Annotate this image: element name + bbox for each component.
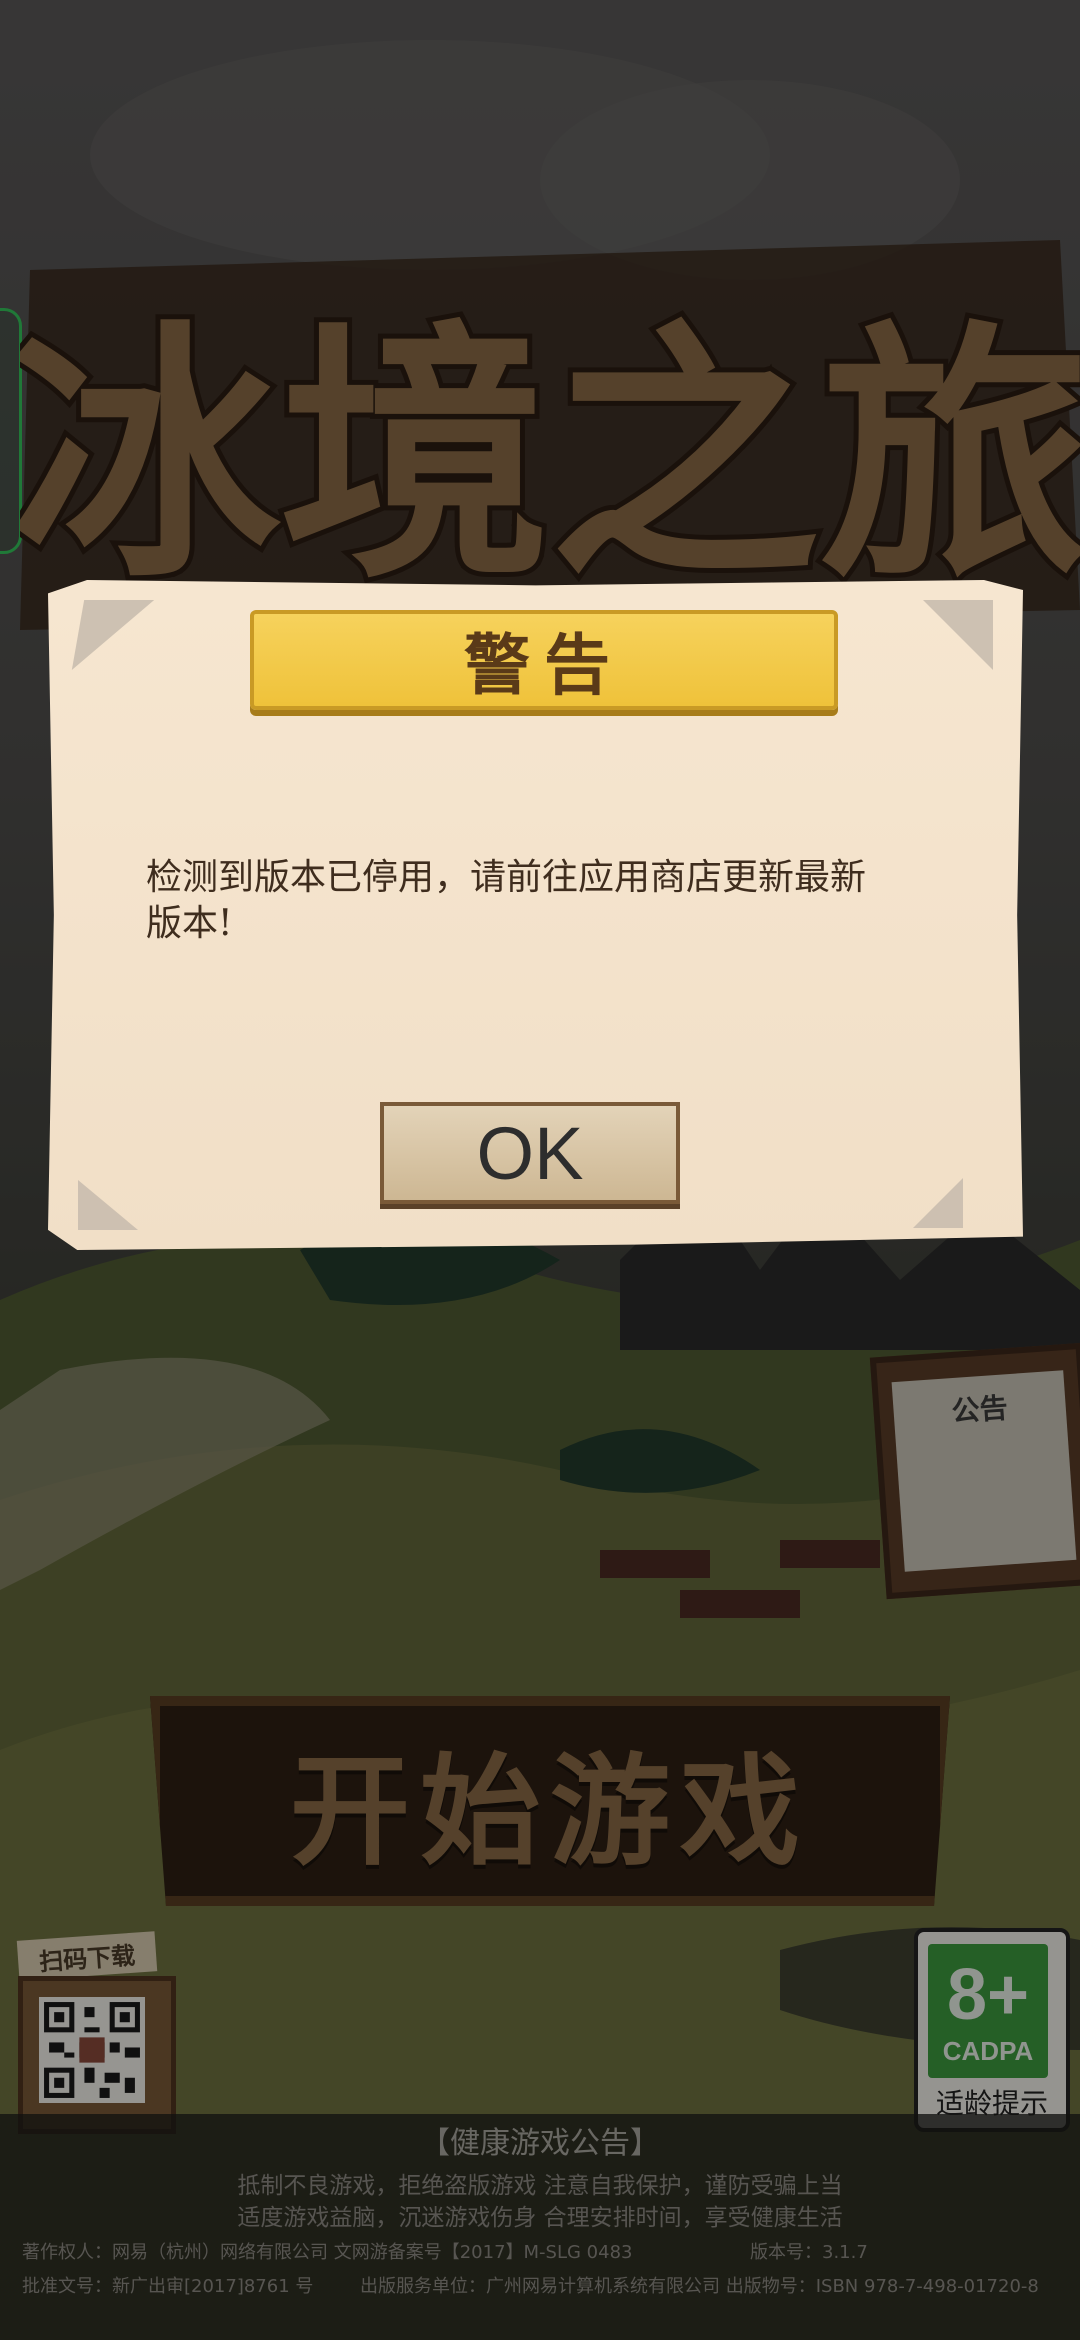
dialog-message: 检测到版本已停用，请前往应用商店更新最新 版本! — [146, 855, 946, 947]
dialog-title-banner: 警告 — [250, 610, 838, 710]
dialog-corner — [71, 600, 155, 670]
dialog-corner — [913, 1178, 963, 1228]
dialog-message-line1: 检测到版本已停用，请前往应用商店更新最新 — [146, 857, 867, 898]
dialog-message-line2: 版本! — [146, 903, 233, 944]
dialog-title: 警告 — [464, 626, 624, 704]
dialog-corner — [923, 600, 993, 670]
ok-button-label: OK — [476, 1111, 584, 1195]
dialog-corner — [78, 1180, 138, 1230]
ok-button[interactable]: OK — [380, 1102, 680, 1204]
